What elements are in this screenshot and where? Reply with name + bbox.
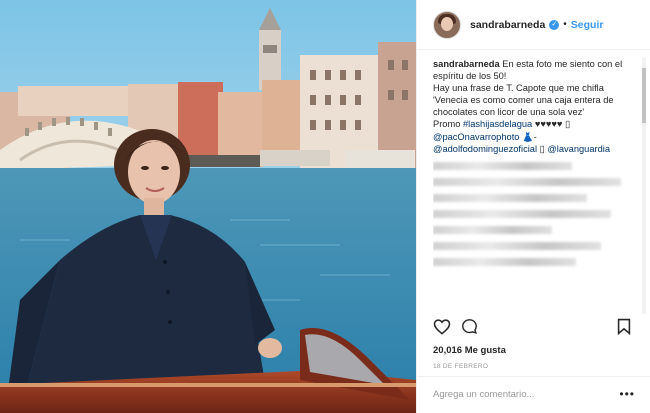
username-link[interactable]: sandrabarneda [470, 19, 545, 31]
post-caption: sandrabarneda En esta foto me siento con… [433, 58, 631, 308]
caption-author-link[interactable]: sandrabarneda [433, 59, 500, 69]
mention1-suffix: 👗- [519, 131, 537, 142]
separator-dot: • [563, 19, 567, 30]
comment-bar: Agrega un comentario... ••• [417, 376, 650, 413]
caption-promo-label: Promo [433, 119, 463, 130]
bookmark-icon[interactable] [617, 318, 631, 335]
verified-badge-icon: ✓ [549, 19, 560, 30]
mention-link-1[interactable]: @pacOnavarrophoto [433, 132, 519, 142]
caption-text-2: Hay una frase de T. Capote que me chifla… [433, 83, 614, 118]
action-bar [433, 318, 633, 340]
post-header: sandrabarneda ✓ • Seguir [417, 0, 650, 50]
mention2-suffix: ▯ [537, 143, 548, 154]
venice-photo-illustration [0, 0, 416, 413]
hashtag-link[interactable]: #lashijasdelagua [463, 119, 532, 129]
post-side-panel: sandrabarneda ✓ • Seguir sandrabarneda E… [416, 0, 650, 413]
heart-icon[interactable] [433, 318, 451, 335]
follow-button[interactable]: Seguir [571, 19, 604, 31]
avatar[interactable] [433, 10, 461, 39]
hearts-text: ♥♥♥♥♥ ▯ [532, 119, 571, 130]
mention-link-2[interactable]: @adolfodominguezoficial [433, 144, 537, 154]
post-date[interactable]: 18 DE FEBRERO [433, 363, 488, 370]
comment-input[interactable]: Agrega un comentario... [433, 389, 534, 400]
mention-link-3[interactable]: @lavanguardia [547, 144, 610, 154]
comments-scrollbar[interactable] [642, 58, 646, 314]
post-photo[interactable] [0, 0, 416, 413]
blurred-comments [433, 161, 631, 266]
likes-count[interactable]: 20,016 Me gusta [433, 345, 506, 356]
more-options-icon[interactable]: ••• [619, 387, 635, 401]
comment-icon[interactable] [461, 318, 478, 335]
